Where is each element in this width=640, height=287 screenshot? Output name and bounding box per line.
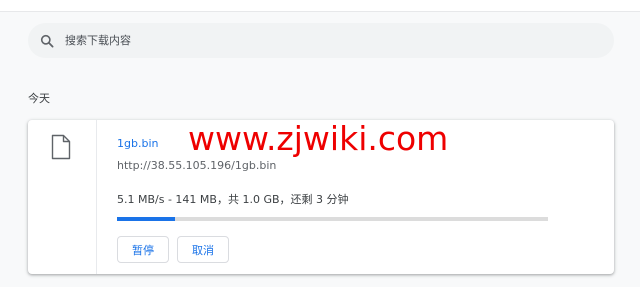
file-icon xyxy=(51,134,71,160)
file-icon-column xyxy=(28,120,97,274)
download-status-text: 5.1 MB/s - 141 MB，共 1.0 GB，还剩 3 分钟 xyxy=(117,193,349,206)
search-icon xyxy=(40,34,54,48)
search-input[interactable] xyxy=(65,34,585,47)
top-bar xyxy=(0,0,640,12)
download-progress-bar xyxy=(117,217,548,221)
download-item-card: 1gb.bin http://38.55.105.196/1gb.bin 5.1… xyxy=(28,120,614,274)
cancel-button[interactable]: 取消 xyxy=(177,236,229,263)
file-name-link[interactable]: 1gb.bin xyxy=(117,137,158,150)
date-section-label: 今天 xyxy=(28,92,50,105)
search-bar[interactable] xyxy=(28,23,614,58)
download-progress-fill xyxy=(117,217,176,221)
source-url[interactable]: http://38.55.105.196/1gb.bin xyxy=(117,159,276,172)
pause-button[interactable]: 暂停 xyxy=(117,236,169,263)
